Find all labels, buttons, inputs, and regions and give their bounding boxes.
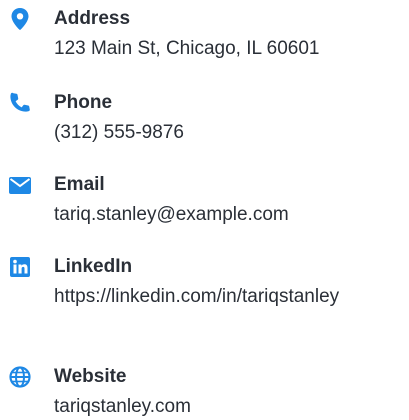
contact-info-list: Address 123 Main St, Chicago, IL 60601 P… bbox=[0, 0, 409, 420]
address-label: Address bbox=[54, 8, 131, 29]
globe-icon bbox=[8, 366, 32, 388]
linkedin-label: LinkedIn bbox=[54, 256, 133, 277]
contact-item-website: Website tariqstanley.com bbox=[0, 358, 409, 420]
contact-item-phone: Phone (312) 555-9876 bbox=[0, 84, 409, 160]
envelope-icon bbox=[8, 174, 32, 196]
linkedin-link[interactable]: https://linkedin.com/in/tariqstanley bbox=[54, 282, 394, 312]
contact-item-address: Address 123 Main St, Chicago, IL 60601 bbox=[0, 0, 409, 76]
email-link[interactable]: tariq.stanley@example.com bbox=[54, 200, 394, 230]
contact-item-linkedin: LinkedIn https://linkedin.com/in/tariqst… bbox=[0, 248, 409, 352]
email-label: Email bbox=[54, 174, 105, 195]
map-pin-icon bbox=[8, 8, 32, 30]
phone-icon bbox=[8, 92, 32, 114]
website-link[interactable]: tariqstanley.com bbox=[54, 392, 394, 420]
phone-label: Phone bbox=[54, 92, 113, 113]
contact-item-email: Email tariq.stanley@example.com bbox=[0, 166, 409, 242]
website-label: Website bbox=[54, 366, 127, 387]
linkedin-icon bbox=[8, 256, 32, 278]
phone-link[interactable]: (312) 555-9876 bbox=[54, 118, 394, 148]
address-value: 123 Main St, Chicago, IL 60601 bbox=[54, 38, 320, 59]
